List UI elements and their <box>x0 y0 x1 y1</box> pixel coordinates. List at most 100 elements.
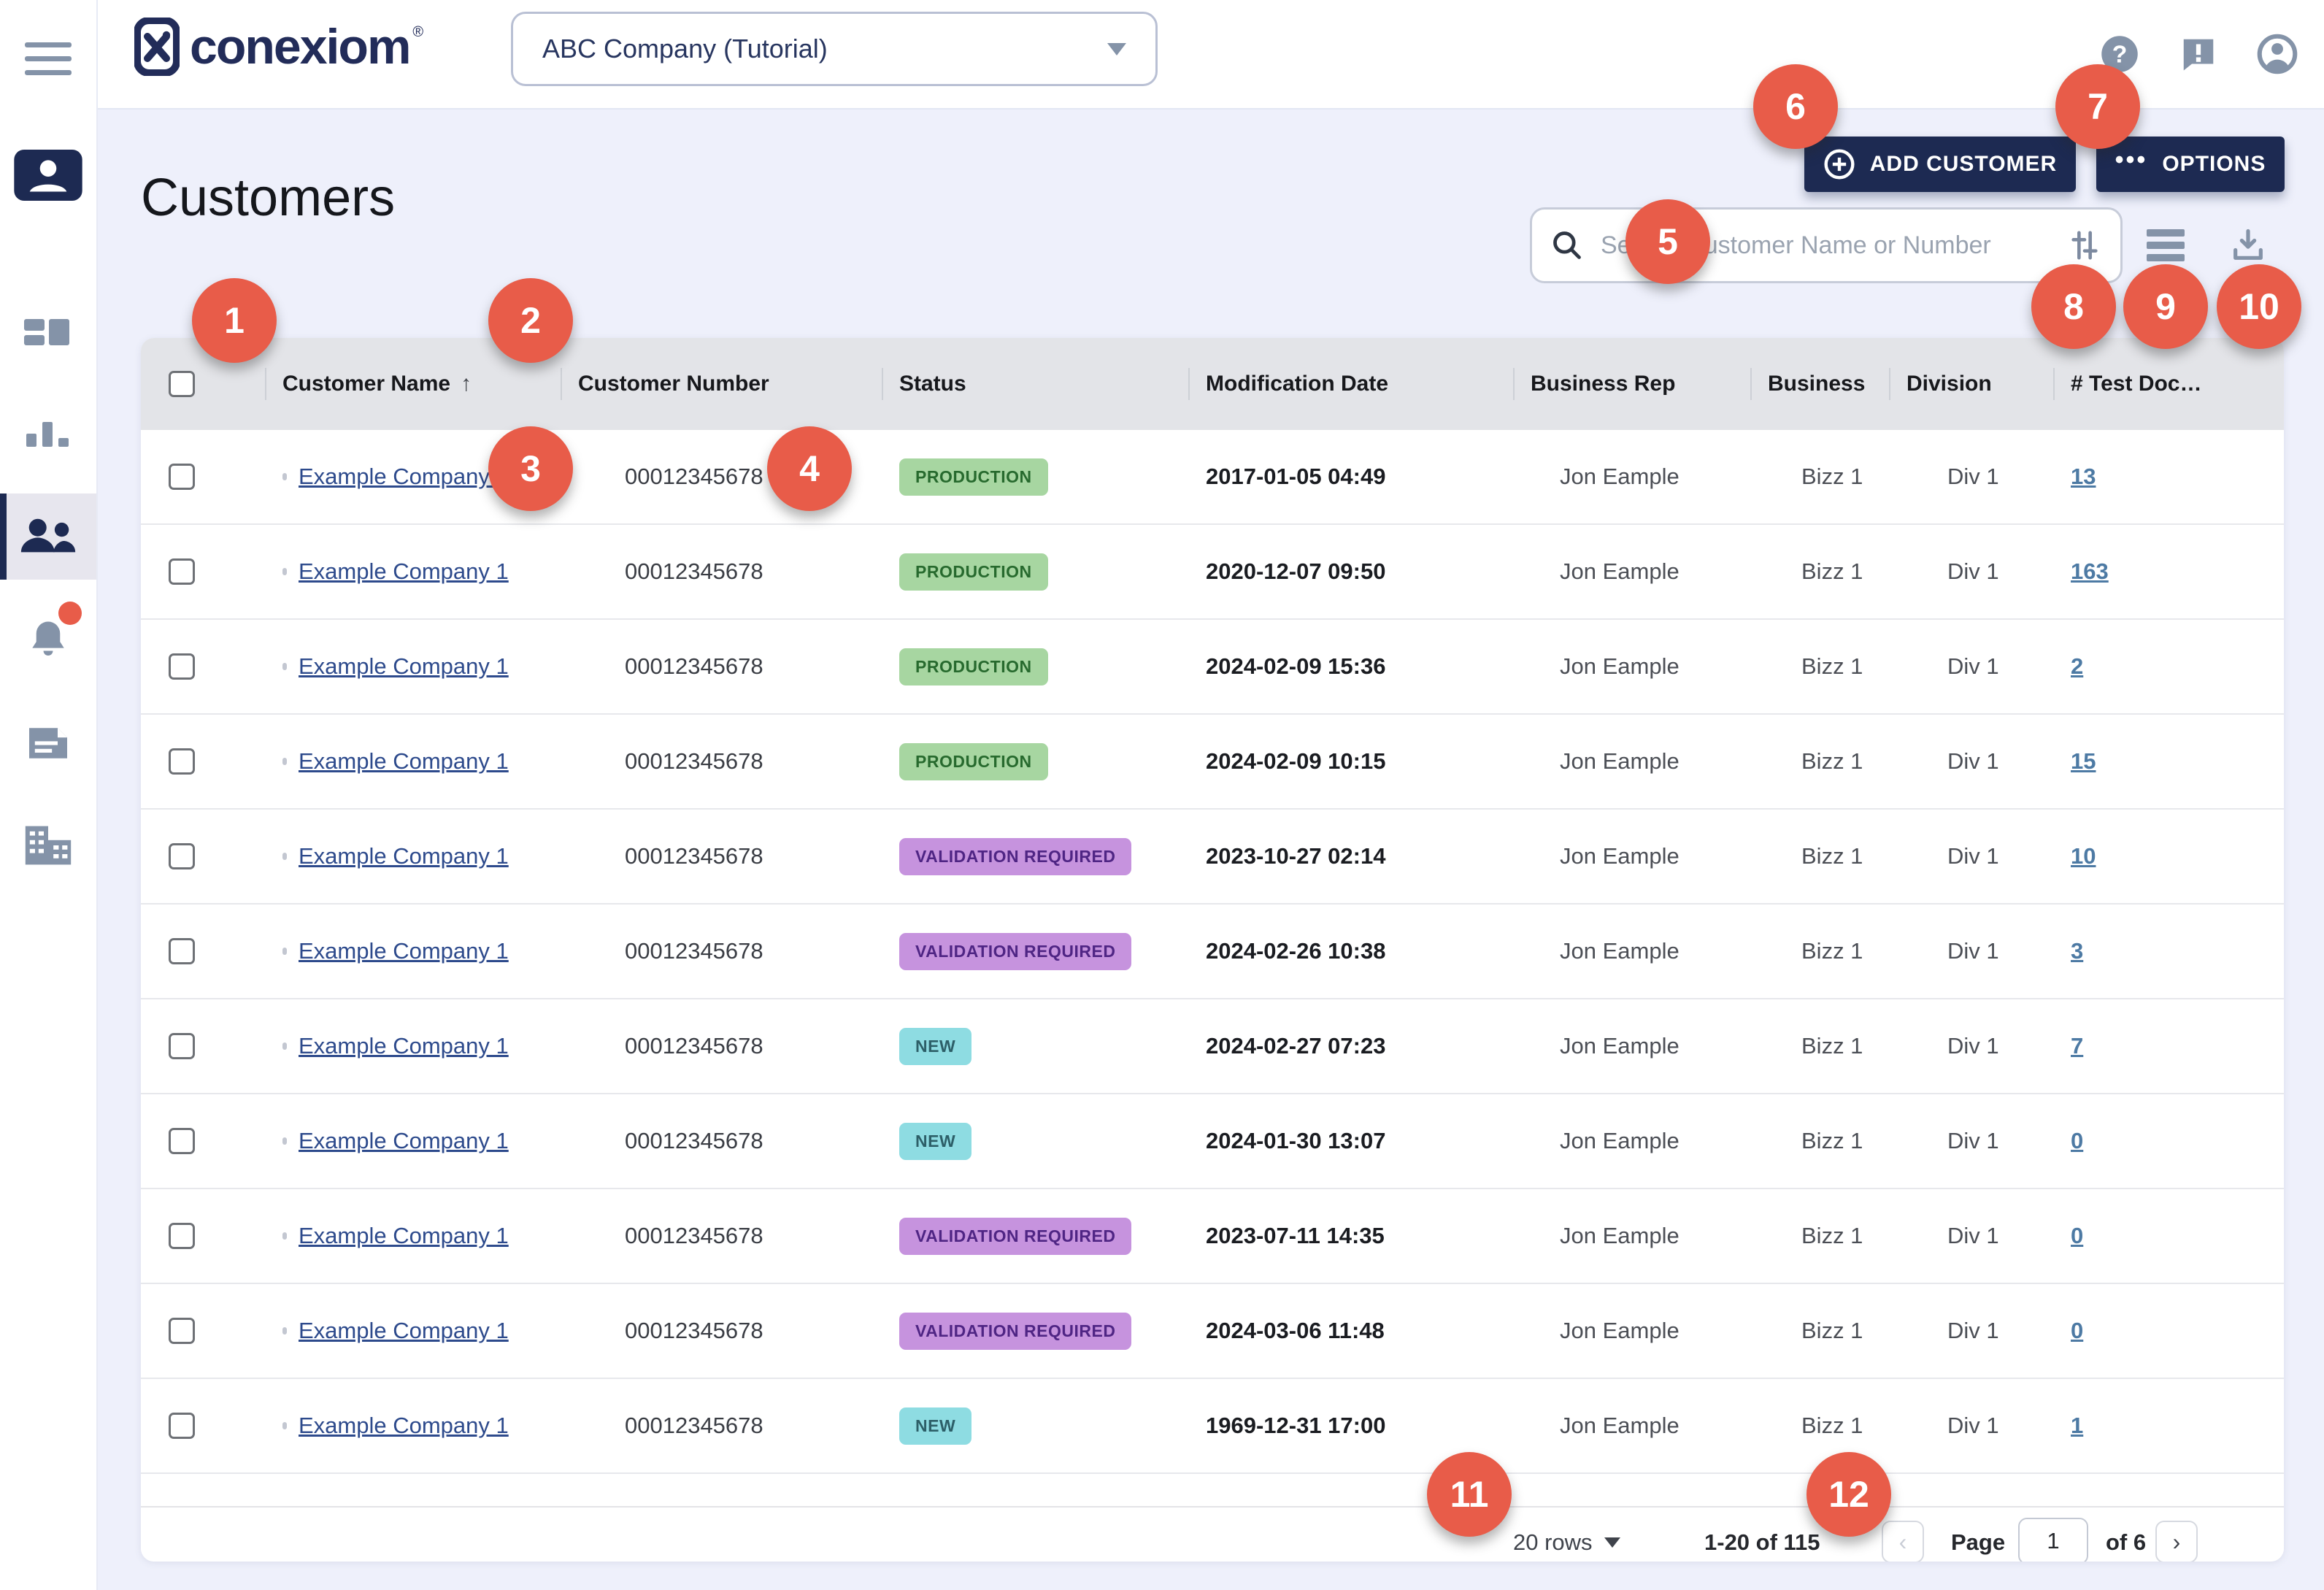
column-divider <box>1513 368 1515 400</box>
sidebar-item-dashboard[interactable] <box>0 289 96 375</box>
column-header-status[interactable]: Status <box>882 361 1188 407</box>
customer-name-cell: Example Company 1 <box>265 1033 561 1059</box>
row-checkbox[interactable] <box>169 843 195 869</box>
row-checkbox[interactable] <box>169 748 195 775</box>
customers-page: { "brand": {"name": "conexiom", "registe… <box>0 0 2324 1590</box>
status-badge: VALIDATION REQUIRED <box>899 933 1131 970</box>
column-header-select[interactable] <box>141 361 265 407</box>
plus-circle-icon <box>1823 148 1855 180</box>
customer-name-link[interactable]: Example Company 1 <box>299 1223 509 1249</box>
status-cell: PRODUCTION <box>882 458 1188 496</box>
options-button[interactable]: ••• OPTIONS <box>2096 137 2285 192</box>
status-badge: VALIDATION REQUIRED <box>899 838 1131 875</box>
row-checkbox[interactable] <box>169 653 195 680</box>
annotation-badge-6: 6 <box>1753 64 1838 149</box>
sidebar-item-company[interactable] <box>0 802 96 888</box>
rows-per-page-select[interactable]: 20 rows <box>1513 1508 1620 1562</box>
column-header-name[interactable]: Customer Name↑ <box>265 361 561 407</box>
select-all-checkbox[interactable] <box>169 371 195 397</box>
pagination-range: 1-20 of 115 <box>1704 1508 1820 1562</box>
export-button[interactable] <box>2222 219 2274 272</box>
customer-name-link[interactable]: Example Company 1 <box>299 748 509 775</box>
test-doc-count-link[interactable]: 0 <box>2071 1128 2083 1153</box>
next-page-button[interactable]: › <box>2155 1521 2198 1562</box>
test-doc-count-link[interactable]: 7 <box>2071 1033 2083 1059</box>
row-checkbox[interactable] <box>169 1033 195 1059</box>
page-title: Customers <box>141 168 395 228</box>
topbar: conexiom ® ABC Company (Tutorial) ? <box>96 0 2324 110</box>
sidebar-item-reports[interactable] <box>0 389 96 475</box>
add-customer-label: ADD CUSTOMER <box>1870 152 2057 177</box>
column-header-testdoc[interactable]: # Test Doc… <box>2053 361 2284 407</box>
account-button[interactable] <box>2257 34 2298 74</box>
feedback-button[interactable] <box>2178 34 2219 74</box>
customer-name-link[interactable]: Example Company 1 <box>299 653 509 680</box>
column-header-date[interactable]: Modification Date <box>1188 361 1513 407</box>
test-doc-count-link[interactable]: 15 <box>2071 748 2096 774</box>
name-wrap: Example Company 1 <box>282 1413 561 1439</box>
row-select-cell <box>141 1318 265 1344</box>
table-row: Example Company 100012345678NEW2024-02-2… <box>141 999 2284 1094</box>
column-header-label: Customer Number <box>578 372 769 396</box>
sidebar-item-customers[interactable] <box>0 493 96 580</box>
page-number-input[interactable] <box>2018 1518 2088 1562</box>
row-checkbox[interactable] <box>169 558 195 585</box>
row-checkbox[interactable] <box>169 1128 195 1154</box>
bar-chart-icon <box>26 415 70 450</box>
customer-name-link[interactable]: Example Company 1 <box>299 558 509 585</box>
sidebar-item-notifications[interactable] <box>0 596 96 683</box>
business-cell: Bizz 1 <box>1750 843 1889 869</box>
add-customer-button[interactable]: ADD CUSTOMER <box>1804 137 2076 192</box>
test-doc-count-link[interactable]: 10 <box>2071 843 2096 869</box>
table-body: Example Company 100012345678PRODUCTION20… <box>141 430 2284 1474</box>
sidebar-item-contacts[interactable] <box>0 132 96 218</box>
filter-icon[interactable] <box>2068 228 2101 262</box>
business-rep-cell: Jon Eample <box>1513 653 1750 680</box>
customer-name-link[interactable]: Example Company 1 <box>299 1033 509 1059</box>
column-header-label: Division <box>1906 372 1992 396</box>
row-checkbox[interactable] <box>169 1318 195 1344</box>
row-checkbox[interactable] <box>169 1413 195 1439</box>
sidebar-item-documents[interactable] <box>0 700 96 786</box>
row-select-cell <box>141 558 265 585</box>
customer-name-link[interactable]: Example Company 1 <box>299 938 509 964</box>
hamburger-menu-button[interactable] <box>0 16 96 102</box>
column-header-division[interactable]: Division <box>1889 361 2053 407</box>
status-badge: PRODUCTION <box>899 553 1048 591</box>
customer-name-link[interactable]: Example Company 1 <box>299 1128 509 1154</box>
test-doc-count-link[interactable]: 1 <box>2071 1413 2083 1438</box>
test-doc-count-cell: 0 <box>2053 1318 2284 1344</box>
row-checkbox[interactable] <box>169 938 195 964</box>
customer-name-link[interactable]: Example Company 1 <box>299 1318 509 1344</box>
test-doc-count-link[interactable]: 3 <box>2071 938 2083 964</box>
name-wrap: Example Company 1 <box>282 1128 561 1154</box>
division-cell: Div 1 <box>1889 938 2053 964</box>
table-row: Example Company 100012345678VALIDATION R… <box>141 1189 2284 1284</box>
column-header-rep[interactable]: Business Rep <box>1513 361 1750 407</box>
customer-name-cell: Example Company 1 <box>265 1128 561 1154</box>
business-rep-cell: Jon Eample <box>1513 1413 1750 1439</box>
table-row: Example Company 100012345678VALIDATION R… <box>141 810 2284 905</box>
test-doc-count-link[interactable]: 163 <box>2071 558 2109 584</box>
test-doc-count-link[interactable]: 2 <box>2071 653 2083 679</box>
customer-name-link[interactable]: Example Company 1 <box>299 1413 509 1439</box>
company-selector[interactable]: ABC Company (Tutorial) <box>511 12 1158 86</box>
customer-name-link[interactable]: Example Company 1 <box>299 464 509 490</box>
row-checkbox[interactable] <box>169 1223 195 1249</box>
test-doc-count-link[interactable]: 13 <box>2071 464 2096 489</box>
column-header-label: # Test Doc… <box>2071 372 2202 396</box>
business-rep-cell: Jon Eample <box>1513 1318 1750 1344</box>
previous-page-button[interactable]: ‹ <box>1882 1521 1924 1562</box>
test-doc-count-link[interactable]: 0 <box>2071 1223 2083 1248</box>
table-header-row: Customer Name↑ Customer Number StatusModif… <box>141 338 2284 430</box>
annotation-badge-10: 10 <box>2217 264 2301 349</box>
annotation-badge-11: 11 <box>1427 1452 1512 1537</box>
column-header-business[interactable]: Business <box>1750 361 1889 407</box>
customer-name-link[interactable]: Example Company 1 <box>299 843 509 869</box>
modification-date-cell: 2024-03-06 11:48 <box>1188 1318 1513 1344</box>
column-header-number[interactable]: Customer Number <box>561 361 882 407</box>
row-checkbox[interactable] <box>169 464 195 490</box>
test-doc-count-link[interactable]: 0 <box>2071 1318 2083 1343</box>
row-select-cell <box>141 1033 265 1059</box>
row-marker <box>282 948 287 955</box>
